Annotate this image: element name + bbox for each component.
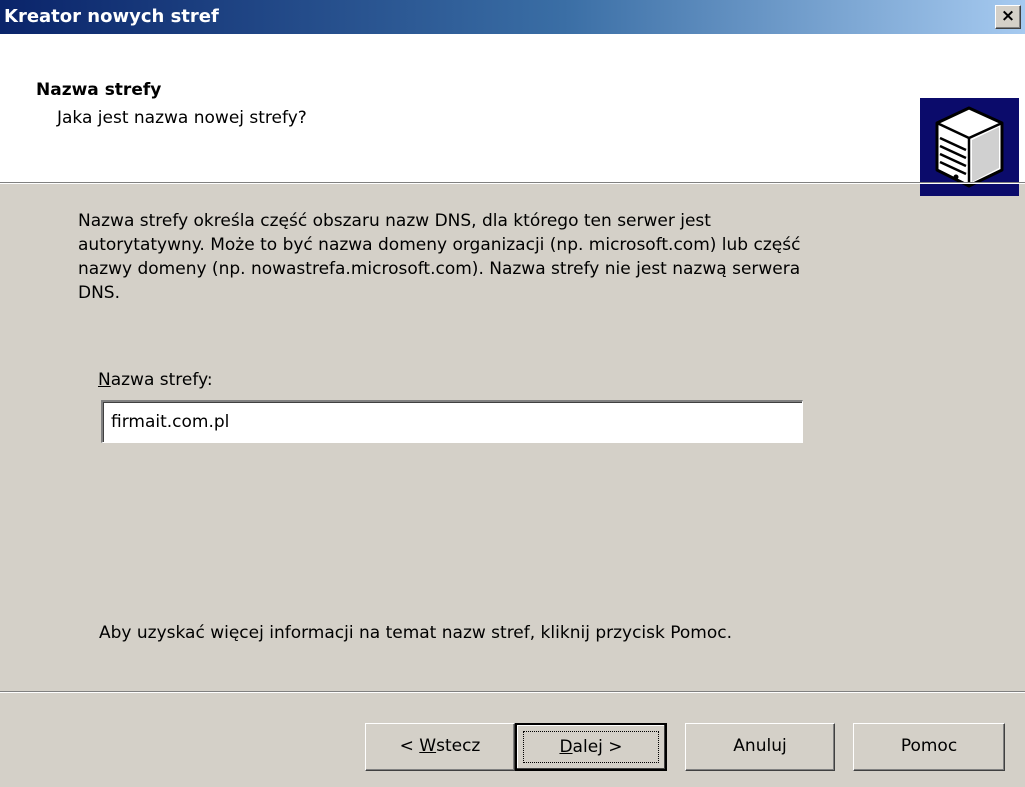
zone-name-input[interactable]: [101, 400, 803, 443]
description-line: nazwy domeny (np. nowastrefa.microsoft.c…: [78, 259, 801, 279]
description-text: Nazwa strefy określa część obszaru nazw …: [78, 209, 978, 305]
back-button-accel: W: [419, 736, 437, 756]
wizard-window: Kreator nowych stref × Nazwa strefy Jaka…: [0, 0, 1025, 787]
help-note: Aby uzyskać więcej informacji na temat n…: [99, 623, 733, 643]
wizard-header: Nazwa strefy Jaka jest nazwa nowej stref…: [0, 34, 1025, 196]
help-button-label: Pomoc: [900, 736, 958, 756]
close-icon: ×: [1000, 6, 1016, 26]
next-button[interactable]: Dalej >: [515, 723, 667, 771]
back-button-prefix: <: [399, 736, 420, 756]
focus-rect: [523, 731, 659, 763]
title-bar[interactable]: Kreator nowych stref ×: [0, 0, 1025, 34]
back-button[interactable]: < Wstecz: [365, 723, 515, 771]
footer-divider: [0, 691, 1025, 693]
help-button[interactable]: Pomoc: [853, 723, 1005, 771]
page-subtitle: Jaka jest nazwa nowej strefy?: [57, 108, 307, 128]
zone-name-label-accel: N: [98, 370, 111, 390]
zone-name-label-text: azwa strefy:: [110, 370, 213, 390]
zone-name-label: Nazwa strefy:: [98, 370, 213, 390]
back-button-label: stecz: [436, 736, 481, 756]
description-line: Nazwa strefy określa część obszaru nazw …: [78, 211, 711, 231]
close-button[interactable]: ×: [995, 5, 1021, 29]
cancel-button[interactable]: Anuluj: [685, 723, 835, 771]
description-line: DNS.: [78, 283, 121, 303]
header-divider: [0, 182, 1025, 184]
cancel-button-label: Anuluj: [733, 736, 787, 756]
page-title: Nazwa strefy: [36, 80, 162, 100]
description-line: autorytatywny. Może to być nazwa domeny …: [78, 235, 801, 255]
window-title: Kreator nowych stref: [4, 6, 219, 27]
